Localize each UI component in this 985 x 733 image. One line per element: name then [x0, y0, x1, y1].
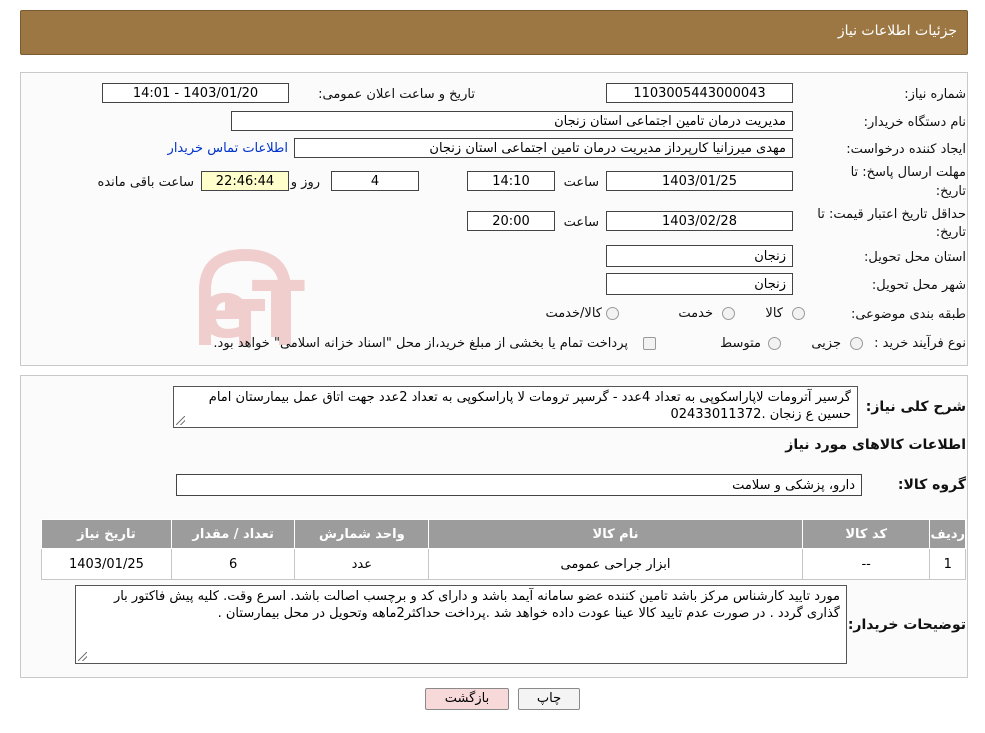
city-label: شهر محل تحویل:: [871, 278, 966, 293]
price-validity-label-line2: تاریخ:: [935, 225, 966, 240]
items-table: ردیف کد کالا نام کالا واحد شمارش تعداد /…: [41, 519, 966, 580]
city-field: زنجان: [606, 273, 793, 295]
category-option-goods: کالا: [765, 306, 783, 321]
column-header-item-code: کد کالا: [801, 519, 931, 549]
resize-grip-icon[interactable]: [78, 652, 87, 661]
cell-unit: عدد: [294, 548, 430, 580]
back-button[interactable]: بازگشت: [425, 688, 509, 710]
creator-label: ایجاد کننده درخواست:: [846, 142, 966, 157]
cell-item-name: ابزار جراحی عمومی: [428, 548, 803, 580]
payment-note: پرداخت تمام یا بخشی از مبلغ خرید،از محل …: [213, 336, 628, 351]
page-header: جزئیات اطلاعات نیاز: [20, 10, 968, 55]
category-option-service: خدمت: [678, 306, 713, 321]
goods-section-title: اطلاعات کالاهای مورد نیاز: [785, 437, 966, 453]
column-header-row-number: ردیف: [929, 519, 966, 549]
resize-grip-icon[interactable]: [176, 416, 185, 425]
summary-text: گرسیر آترومات لاپاراسکوپی به تعداد 4عدد …: [208, 390, 851, 422]
price-validity-time-field: 20:00: [467, 211, 555, 231]
buyer-notes-text: مورد تایید کارشناس مرکز باشد تامین کننده…: [113, 589, 840, 621]
buyer-org-label: نام دستگاه خریدار:: [863, 115, 966, 130]
deadline-label-line2: تاریخ:: [935, 184, 966, 199]
province-label: استان محل تحویل:: [864, 250, 966, 265]
price-validity-time-label: ساعت: [563, 215, 599, 230]
remaining-label: ساعت باقی مانده: [97, 175, 194, 190]
category-option-goods-service: کالا/خدمت: [545, 306, 602, 321]
announce-label: تاریخ و ساعت اعلان عمومی:: [318, 87, 475, 102]
cell-quantity: 6: [170, 548, 296, 580]
summary-textarea: گرسیر آترومات لاپاراسکوپی به تعداد 4عدد …: [173, 386, 858, 428]
table-row: 1 -- ابزار جراحی عمومی عدد 6 1403/01/25: [41, 548, 966, 580]
column-header-quantity: تعداد / مقدار: [170, 519, 296, 549]
deadline-date-field: 1403/01/25: [606, 171, 793, 191]
process-option-medium: متوسط: [720, 336, 761, 351]
print-button[interactable]: چاپ: [518, 688, 580, 710]
deadline-time-label: ساعت: [563, 175, 599, 190]
category-radio-goods-service[interactable]: [606, 307, 619, 320]
payment-checkbox[interactable]: [643, 337, 656, 350]
province-field: زنجان: [606, 245, 793, 267]
remaining-time-field: 22:46:44: [201, 171, 289, 191]
column-header-item-name: نام کالا: [428, 519, 803, 549]
cell-need-date: 1403/01/25: [41, 548, 172, 580]
process-label: نوع فرآیند خرید :: [874, 336, 966, 351]
need-number-field: 1103005443000043: [606, 83, 793, 103]
buyer-notes-label: توضیحات خریدار:: [847, 617, 966, 633]
process-option-minor: جزیی: [811, 336, 841, 351]
price-validity-label-line1: حداقل تاریخ اعتبار قیمت: تا: [817, 207, 966, 222]
buyer-notes-textarea: مورد تایید کارشناس مرکز باشد تامین کننده…: [75, 585, 847, 664]
buyer-org-field: مدیریت درمان تامین اجتماعی استان زنجان: [231, 111, 793, 131]
days-remaining-field: 4: [331, 171, 419, 191]
summary-label: شرح کلی نیاز:: [865, 399, 966, 415]
column-header-unit: واحد شمارش: [294, 519, 430, 549]
category-radio-service[interactable]: [722, 307, 735, 320]
cell-item-code: --: [801, 548, 931, 580]
announce-datetime-field: 1403/01/20 - 14:01: [102, 83, 289, 103]
need-number-label: شماره نیاز:: [904, 87, 966, 102]
days-label: روز و: [290, 175, 320, 190]
process-radio-medium[interactable]: [768, 337, 781, 350]
deadline-time-field: 14:10: [467, 171, 555, 191]
goods-group-field: دارو، پزشکی و سلامت: [176, 474, 862, 496]
cell-row-number: 1: [929, 548, 966, 580]
price-validity-date-field: 1403/02/28: [606, 211, 793, 231]
process-radio-minor[interactable]: [850, 337, 863, 350]
creator-field: مهدی میرزانیا کارپرداز مدیریت درمان تامی…: [294, 138, 793, 158]
page-title: جزئیات اطلاعات نیاز: [837, 23, 957, 39]
buyer-contact-link[interactable]: اطلاعات تماس خریدار: [168, 141, 288, 156]
column-header-need-date: تاریخ نیاز: [41, 519, 172, 549]
goods-group-label: گروه کالا:: [897, 477, 966, 493]
category-radio-goods[interactable]: [792, 307, 805, 320]
table-header-row: ردیف کد کالا نام کالا واحد شمارش تعداد /…: [41, 519, 966, 549]
deadline-label-line1: مهلت ارسال پاسخ: تا: [850, 165, 966, 180]
category-label: طبقه بندی موضوعی:: [850, 307, 966, 322]
